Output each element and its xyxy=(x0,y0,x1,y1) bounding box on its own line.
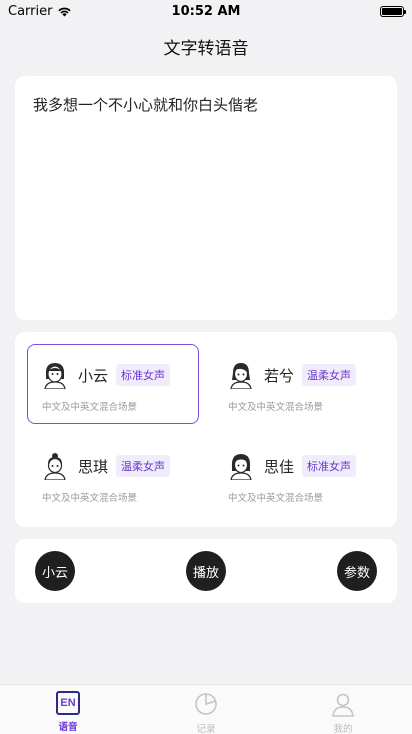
pie-chart-icon xyxy=(195,693,217,715)
page-title: 文字转语音 xyxy=(163,39,249,59)
voice-desc: 中文及中英文混合场景 xyxy=(228,493,324,504)
status-time: 10:52 AM xyxy=(171,3,241,19)
voice-name: 小云 xyxy=(78,366,109,385)
voice-option-sijia[interactable]: 思佳 标准女声 中文及中英文混合场景 xyxy=(213,435,385,515)
text-input-area[interactable]: 我多想一个不小心就和你白头偕老 xyxy=(15,76,397,320)
tab-label: 记录 xyxy=(196,724,216,734)
voice-option-xiaoyun[interactable]: 小云 标准女声 中文及中英文混合场景 xyxy=(27,344,199,424)
tab-label: 语音 xyxy=(58,722,78,733)
voice-name: 思佳 xyxy=(264,457,295,476)
voice-selector: 小云 标准女声 中文及中英文混合场景 若兮 温柔女声 中文及中英文混合场景 思琪… xyxy=(15,332,397,527)
voice-desc: 中文及中英文混合场景 xyxy=(42,493,138,504)
voice-tag: 标准女声 xyxy=(116,364,171,386)
tab-bar: EN 语音 记录 我的 xyxy=(0,684,412,734)
voice-desc: 中文及中英文混合场景 xyxy=(42,402,138,413)
user-icon xyxy=(332,693,354,717)
status-bar: Carrier 10:52 AM xyxy=(0,0,412,22)
voice-tag: 温柔女声 xyxy=(116,455,171,477)
voice-tag: 标准女声 xyxy=(302,455,357,477)
voice-select-button[interactable]: 小云 xyxy=(35,551,75,591)
tab-mine[interactable]: 我的 xyxy=(313,691,373,734)
text-input-value[interactable]: 我多想一个不小心就和你白头偕老 xyxy=(33,94,379,116)
voice-name: 若兮 xyxy=(264,366,295,385)
control-bar: 小云 播放 参数 xyxy=(15,539,397,603)
voice-desc: 中文及中英文混合场景 xyxy=(228,402,324,413)
voice-tag: 温柔女声 xyxy=(302,364,357,386)
tab-voice[interactable]: EN 语音 xyxy=(38,691,98,733)
female-avatar-icon xyxy=(44,363,66,389)
voice-name: 思琪 xyxy=(78,457,109,476)
tab-label: 我的 xyxy=(333,724,353,734)
tab-records[interactable]: 记录 xyxy=(176,691,236,734)
play-button[interactable]: 播放 xyxy=(186,551,226,591)
female-avatar-icon xyxy=(44,453,66,480)
battery-icon xyxy=(380,5,406,17)
voice-option-ruoxi[interactable]: 若兮 温柔女声 中文及中英文混合场景 xyxy=(213,344,385,424)
female-avatar-icon xyxy=(230,454,252,480)
female-avatar-icon xyxy=(230,363,252,389)
voice-option-siqi[interactable]: 思琪 温柔女声 中文及中英文混合场景 xyxy=(27,435,199,515)
en-icon: EN xyxy=(56,691,80,715)
params-button[interactable]: 参数 xyxy=(337,551,377,591)
